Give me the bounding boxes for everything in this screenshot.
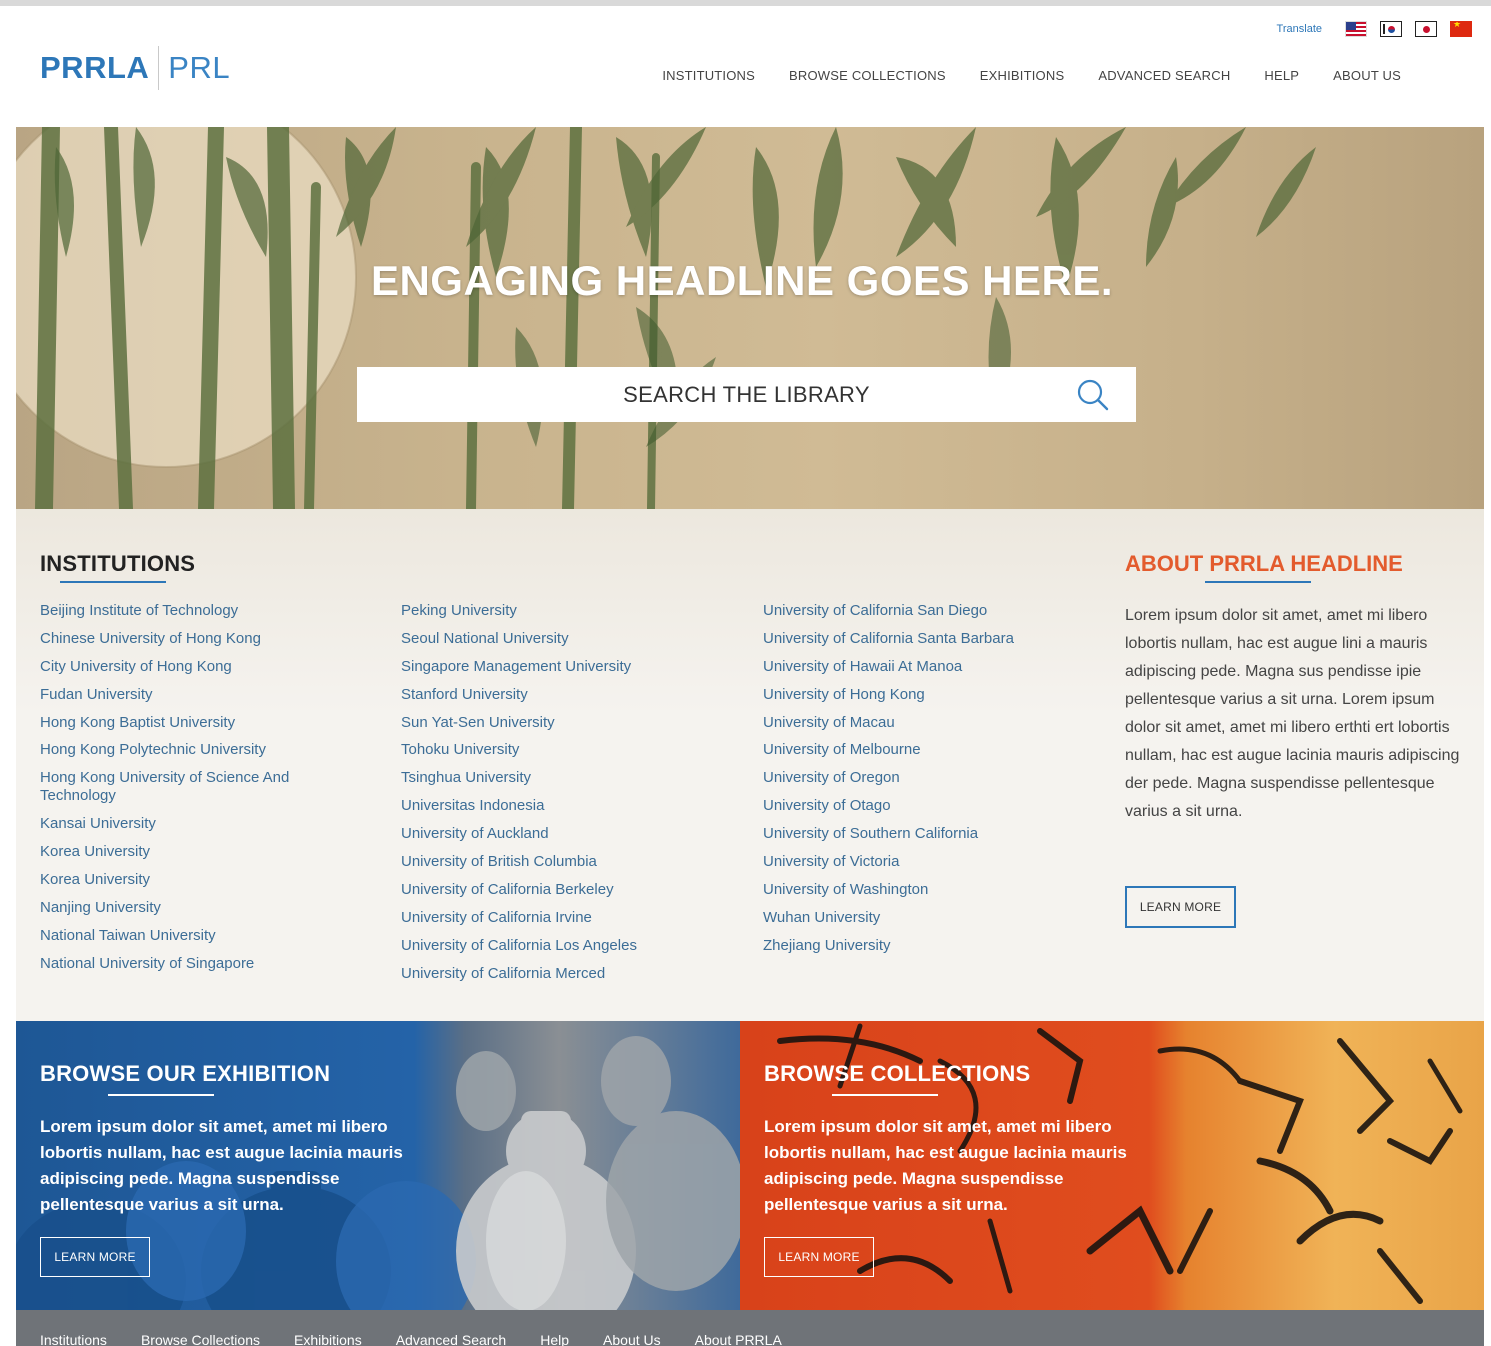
- institution-link[interactable]: Chinese University of Hong Kong: [40, 630, 380, 648]
- institution-link[interactable]: University of California Berkeley: [401, 881, 741, 899]
- about-text: Lorem ipsum dolor sit amet, amet mi libe…: [1125, 607, 1460, 820]
- us-flag-icon[interactable]: [1345, 21, 1367, 37]
- logo-secondary: PRL: [168, 50, 231, 85]
- institution-link[interactable]: University of Washington: [763, 881, 1103, 899]
- institution-link[interactable]: University of Oregon: [763, 769, 1103, 787]
- institution-link[interactable]: University of Auckland: [401, 825, 741, 843]
- institution-link[interactable]: University of California Merced: [401, 965, 741, 983]
- institution-link[interactable]: University of Melbourne: [763, 741, 1103, 759]
- exhibition-text: Lorem ipsum dolor sit amet, amet mi libe…: [40, 1117, 403, 1214]
- institution-link[interactable]: City University of Hong Kong: [40, 658, 380, 676]
- nav-browse-collections[interactable]: BROWSE COLLECTIONS: [789, 68, 946, 83]
- institution-link[interactable]: University of Hawaii At Manoa: [763, 658, 1103, 676]
- institution-link[interactable]: Tohoku University: [401, 741, 741, 759]
- institution-link[interactable]: Tsinghua University: [401, 769, 741, 787]
- collections-text: Lorem ipsum dolor sit amet, amet mi libe…: [764, 1117, 1127, 1214]
- institution-link[interactable]: Seoul National University: [401, 630, 741, 648]
- footer-link-browse-collections[interactable]: Browse Collections: [141, 1332, 260, 1346]
- bamboo-background-image: [16, 127, 1316, 509]
- nav-institutions[interactable]: INSTITUTIONS: [662, 68, 755, 83]
- exhibition-title-underline: [108, 1094, 214, 1096]
- institution-link[interactable]: Nanjing University: [40, 899, 380, 917]
- library-search-input[interactable]: SEARCH THE LIBRARY: [357, 367, 1136, 422]
- institution-link[interactable]: Hong Kong University of Science And Tech…: [40, 769, 290, 805]
- collections-title-underline: [832, 1094, 938, 1096]
- search-icon[interactable]: [1076, 378, 1110, 412]
- institutions-column-1: Beijing Institute of Technology Chinese …: [40, 602, 380, 983]
- institution-link[interactable]: Stanford University: [401, 686, 741, 704]
- institution-link[interactable]: University of Otago: [763, 797, 1103, 815]
- exhibition-learn-more-button[interactable]: LEARN MORE: [40, 1237, 150, 1277]
- institution-link[interactable]: Singapore Management University: [401, 658, 741, 676]
- institution-link[interactable]: Kansai University: [40, 815, 380, 833]
- main-nav: INSTITUTIONS BROWSE COLLECTIONS EXHIBITI…: [662, 68, 1401, 83]
- institution-link[interactable]: University of Hong Kong: [763, 686, 1103, 704]
- nav-advanced-search[interactable]: ADVANCED SEARCH: [1098, 68, 1230, 83]
- institution-link[interactable]: Peking University: [401, 602, 741, 620]
- institution-link[interactable]: Fudan University: [40, 686, 380, 704]
- institution-link[interactable]: National University of Singapore: [40, 955, 380, 973]
- about-title: ABOUT PRRLA HEADLINE: [1125, 551, 1403, 576]
- language-bar: Translate: [1277, 21, 1472, 37]
- footer-nav: Institutions Browse Collections Exhibiti…: [40, 1332, 782, 1346]
- institution-link[interactable]: University of California Los Angeles: [401, 937, 741, 955]
- institutions-section: INSTITUTIONS Beijing Institute of Techno…: [16, 509, 1484, 1021]
- exhibition-promo: BROWSE OUR EXHIBITION Lorem ipsum dolor …: [16, 1021, 740, 1310]
- institution-link[interactable]: University of Macau: [763, 714, 1103, 732]
- nav-exhibitions[interactable]: EXHIBITIONS: [980, 68, 1065, 83]
- institution-link[interactable]: University of Victoria: [763, 853, 1103, 871]
- institutions-title-underline: [60, 581, 166, 583]
- nav-help[interactable]: HELP: [1264, 68, 1299, 83]
- institution-link[interactable]: University of Southern California: [763, 825, 1103, 843]
- search-placeholder: SEARCH THE LIBRARY: [623, 381, 870, 407]
- footer-link-exhibitions[interactable]: Exhibitions: [294, 1332, 362, 1346]
- collections-learn-more-button[interactable]: LEARN MORE: [764, 1237, 874, 1277]
- institution-link[interactable]: University of California Irvine: [401, 909, 741, 927]
- china-flag-icon[interactable]: [1450, 21, 1472, 37]
- translate-link[interactable]: Translate: [1277, 23, 1322, 35]
- collections-promo: BROWSE COLLECTIONS Lorem ipsum dolor sit…: [740, 1021, 1484, 1310]
- site-header: PRRLA PRL Translate INSTITUTIONS BROWSE …: [16, 6, 1484, 127]
- hero-headline: ENGAGING HEADLINE GOES HERE.: [370, 257, 1114, 304]
- footer-link-about-us[interactable]: About Us: [603, 1332, 661, 1346]
- site-logo[interactable]: PRRLA PRL: [40, 46, 230, 90]
- logo-primary: PRRLA: [40, 50, 150, 85]
- exhibition-title: BROWSE OUR EXHIBITION: [40, 1061, 331, 1086]
- footer-link-advanced-search[interactable]: Advanced Search: [396, 1332, 507, 1346]
- footer-link-institutions[interactable]: Institutions: [40, 1332, 107, 1346]
- institution-link[interactable]: Hong Kong Baptist University: [40, 714, 380, 732]
- institution-link[interactable]: Hong Kong Polytechnic University: [40, 741, 380, 759]
- institution-link[interactable]: University of California Santa Barbara: [763, 630, 1103, 648]
- institution-link[interactable]: Wuhan University: [763, 909, 1103, 927]
- institution-link[interactable]: Beijing Institute of Technology: [40, 602, 380, 620]
- institution-link[interactable]: Universitas Indonesia: [401, 797, 741, 815]
- institution-link[interactable]: Zhejiang University: [763, 937, 1103, 955]
- hero-banner: ENGAGING HEADLINE GOES HERE. SEARCH THE …: [16, 127, 1484, 509]
- institutions-column-3: University of California San Diego Unive…: [763, 602, 1103, 965]
- korea-flag-icon[interactable]: [1380, 21, 1402, 37]
- institution-link[interactable]: National Taiwan University: [40, 927, 380, 945]
- footer-link-about-prrla[interactable]: About PRRLA: [695, 1332, 782, 1346]
- collections-title: BROWSE COLLECTIONS: [764, 1061, 1031, 1086]
- institutions-title: INSTITUTIONS: [40, 551, 196, 576]
- about-learn-more-button[interactable]: LEARN MORE: [1125, 886, 1236, 928]
- institution-link[interactable]: Korea University: [40, 871, 380, 889]
- nav-about-us[interactable]: ABOUT US: [1333, 68, 1401, 83]
- institution-link[interactable]: University of British Columbia: [401, 853, 741, 871]
- footer-link-help[interactable]: Help: [540, 1332, 569, 1346]
- institution-link[interactable]: University of California San Diego: [763, 602, 1103, 620]
- japan-flag-icon[interactable]: [1415, 21, 1437, 37]
- about-title-underline: [1205, 581, 1311, 583]
- logo-divider: [158, 46, 160, 90]
- page: PRRLA PRL Translate INSTITUTIONS BROWSE …: [16, 6, 1484, 1346]
- institutions-column-2: Peking University Seoul National Univers…: [401, 602, 741, 992]
- institution-link[interactable]: Sun Yat-Sen University: [401, 714, 741, 732]
- institution-link[interactable]: Korea University: [40, 843, 380, 861]
- site-footer: Institutions Browse Collections Exhibiti…: [16, 1310, 1484, 1346]
